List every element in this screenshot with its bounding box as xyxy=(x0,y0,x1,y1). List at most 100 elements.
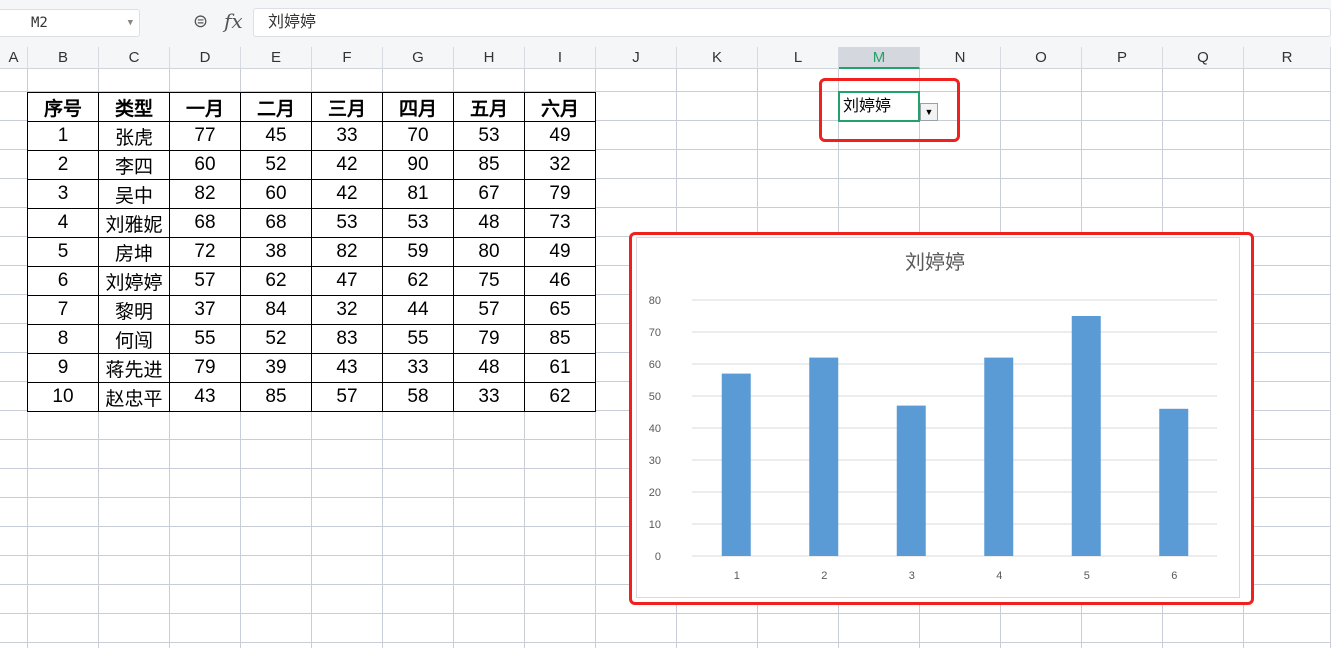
table-cell[interactable]: 85 xyxy=(453,150,525,180)
table-cell[interactable]: 60 xyxy=(240,179,312,209)
column-header-q[interactable]: Q xyxy=(1163,47,1244,69)
table-cell[interactable]: 5 xyxy=(27,237,99,267)
column-header-d[interactable]: D xyxy=(170,47,241,69)
column-header-b[interactable]: B xyxy=(28,47,99,69)
table-cell[interactable]: 二月 xyxy=(240,92,312,122)
column-header-n[interactable]: N xyxy=(920,47,1001,69)
table-cell[interactable]: 79 xyxy=(453,324,525,354)
table-cell[interactable]: 9 xyxy=(27,353,99,383)
fx-icon[interactable]: fx xyxy=(224,9,243,33)
table-cell[interactable]: 序号 xyxy=(27,92,99,122)
table-cell[interactable]: 44 xyxy=(382,295,454,325)
table-cell[interactable]: 8 xyxy=(27,324,99,354)
table-cell[interactable]: 79 xyxy=(524,179,596,209)
table-cell[interactable]: 53 xyxy=(382,208,454,238)
column-header-i[interactable]: I xyxy=(525,47,596,69)
table-cell[interactable]: 62 xyxy=(382,266,454,296)
zoom-icon[interactable]: ⊜ xyxy=(193,11,208,32)
table-cell[interactable]: 刘雅妮 xyxy=(98,208,170,238)
table-cell[interactable]: 37 xyxy=(169,295,241,325)
column-header-a[interactable]: A xyxy=(0,47,28,69)
column-header-h[interactable]: H xyxy=(454,47,525,69)
selected-cell-m2[interactable]: 刘婷婷 xyxy=(838,91,920,122)
table-cell[interactable]: 33 xyxy=(453,382,525,412)
table-cell[interactable]: 1 xyxy=(27,121,99,151)
table-cell[interactable]: 房坤 xyxy=(98,237,170,267)
table-cell[interactable]: 47 xyxy=(311,266,383,296)
column-header-e[interactable]: E xyxy=(241,47,312,69)
table-cell[interactable]: 82 xyxy=(169,179,241,209)
table-cell[interactable]: 59 xyxy=(382,237,454,267)
table-cell[interactable]: 2 xyxy=(27,150,99,180)
column-header-o[interactable]: O xyxy=(1001,47,1082,69)
table-cell[interactable]: 38 xyxy=(240,237,312,267)
table-cell[interactable]: 53 xyxy=(453,121,525,151)
table-cell[interactable]: 一月 xyxy=(169,92,241,122)
table-cell[interactable]: 82 xyxy=(311,237,383,267)
table-cell[interactable]: 81 xyxy=(382,179,454,209)
table-cell[interactable]: 黎明 xyxy=(98,295,170,325)
table-cell[interactable]: 32 xyxy=(311,295,383,325)
chevron-down-icon[interactable]: ▼ xyxy=(128,10,133,36)
table-cell[interactable]: 58 xyxy=(382,382,454,412)
formula-input[interactable]: 刘婷婷 xyxy=(253,8,1331,37)
table-cell[interactable]: 四月 xyxy=(382,92,454,122)
table-cell[interactable]: 49 xyxy=(524,237,596,267)
table-cell[interactable]: 吴中 xyxy=(98,179,170,209)
table-cell[interactable]: 42 xyxy=(311,150,383,180)
table-cell[interactable]: 45 xyxy=(240,121,312,151)
table-cell[interactable]: 46 xyxy=(524,266,596,296)
table-cell[interactable]: 32 xyxy=(524,150,596,180)
table-cell[interactable]: 65 xyxy=(524,295,596,325)
bar-chart[interactable]: 刘婷婷 0 10 20 30 40 50 60 70 80 1 2 3 4 5 6 xyxy=(636,237,1240,598)
table-cell[interactable]: 79 xyxy=(169,353,241,383)
column-header-k[interactable]: K xyxy=(677,47,758,69)
name-box[interactable]: M2 ▼ xyxy=(0,9,140,37)
column-header-l[interactable]: L xyxy=(758,47,839,69)
table-cell[interactable]: 68 xyxy=(240,208,312,238)
table-cell[interactable]: 52 xyxy=(240,150,312,180)
table-cell[interactable]: 48 xyxy=(453,208,525,238)
table-cell[interactable]: 六月 xyxy=(524,92,596,122)
table-cell[interactable]: 三月 xyxy=(311,92,383,122)
table-cell[interactable]: 84 xyxy=(240,295,312,325)
column-header-r[interactable]: R xyxy=(1244,47,1331,69)
table-cell[interactable]: 62 xyxy=(524,382,596,412)
column-header-g[interactable]: G xyxy=(383,47,454,69)
table-cell[interactable]: 39 xyxy=(240,353,312,383)
table-cell[interactable]: 57 xyxy=(311,382,383,412)
table-cell[interactable]: 75 xyxy=(453,266,525,296)
table-cell[interactable]: 70 xyxy=(382,121,454,151)
table-cell[interactable]: 10 xyxy=(27,382,99,412)
table-cell[interactable]: 60 xyxy=(169,150,241,180)
table-cell[interactable]: 蒋先进 xyxy=(98,353,170,383)
table-cell[interactable]: 68 xyxy=(169,208,241,238)
table-cell[interactable]: 7 xyxy=(27,295,99,325)
table-cell[interactable]: 77 xyxy=(169,121,241,151)
table-cell[interactable]: 55 xyxy=(169,324,241,354)
table-cell[interactable]: 4 xyxy=(27,208,99,238)
table-cell[interactable]: 48 xyxy=(453,353,525,383)
table-cell[interactable]: 五月 xyxy=(453,92,525,122)
table-cell[interactable]: 80 xyxy=(453,237,525,267)
table-cell[interactable]: 67 xyxy=(453,179,525,209)
dropdown-arrow-icon[interactable]: ▼ xyxy=(920,103,938,121)
table-cell[interactable]: 何闯 xyxy=(98,324,170,354)
table-cell[interactable]: 55 xyxy=(382,324,454,354)
column-header-j[interactable]: J xyxy=(596,47,677,69)
column-header-f[interactable]: F xyxy=(312,47,383,69)
table-cell[interactable]: 73 xyxy=(524,208,596,238)
table-cell[interactable]: 53 xyxy=(311,208,383,238)
column-header-m[interactable]: M xyxy=(839,47,920,69)
table-cell[interactable]: 刘婷婷 xyxy=(98,266,170,296)
table-cell[interactable]: 85 xyxy=(240,382,312,412)
table-cell[interactable]: 类型 xyxy=(98,92,170,122)
table-cell[interactable]: 33 xyxy=(382,353,454,383)
table-cell[interactable]: 72 xyxy=(169,237,241,267)
table-cell[interactable]: 43 xyxy=(311,353,383,383)
table-cell[interactable]: 49 xyxy=(524,121,596,151)
table-cell[interactable]: 83 xyxy=(311,324,383,354)
table-cell[interactable]: 33 xyxy=(311,121,383,151)
table-cell[interactable]: 57 xyxy=(453,295,525,325)
table-cell[interactable]: 张虎 xyxy=(98,121,170,151)
